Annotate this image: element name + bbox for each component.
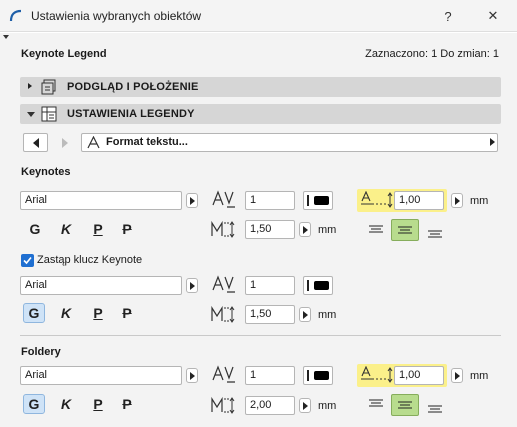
title-bar: Ustawienia wybranych obiektów ? ✕ — [0, 0, 517, 32]
dropdown-arrow-icon — [490, 138, 495, 146]
prev-button[interactable] — [23, 133, 48, 152]
folders-align-center-button[interactable] — [391, 394, 419, 416]
folders-size-arrow[interactable] — [299, 398, 311, 413]
format-dropdown-label: Format tekstu... — [106, 136, 188, 148]
keynotes-underline-button[interactable]: P — [87, 219, 109, 239]
character-spacing-icon — [212, 275, 235, 293]
folders-align-left-button[interactable] — [362, 393, 390, 415]
keynotes-bold-button[interactable]: G — [24, 219, 46, 239]
keynotes-title: Keynotes — [21, 166, 71, 178]
text-format-icon — [87, 136, 100, 149]
checkmark-icon — [23, 256, 32, 265]
replace-keynote-checkbox[interactable] — [21, 254, 34, 267]
replace-bold-button[interactable]: G — [23, 303, 45, 323]
keynotes-align-left-button[interactable] — [362, 219, 390, 241]
format-dropdown[interactable]: Format tekstu... — [81, 133, 498, 152]
align-middle-icon — [398, 401, 412, 409]
keynotes-align-right-button[interactable] — [421, 222, 449, 244]
collapse-chevron-icon — [27, 112, 35, 117]
folders-line-spacing-field[interactable]: 1,00 — [394, 366, 444, 385]
replace-pen-field[interactable]: 1 — [245, 276, 295, 295]
keynotes-align-center-button[interactable] — [391, 219, 419, 241]
keynotes-line-spacing-arrow[interactable] — [451, 193, 463, 208]
section-legend-label: USTAWIENIA LEGENDY — [67, 108, 195, 120]
folders-line-spacing-unit: mm — [470, 370, 489, 382]
folders-strikethrough-button[interactable]: P — [116, 394, 138, 414]
keynotes-line-spacing-unit: mm — [470, 195, 489, 207]
keynotes-italic-button[interactable]: K — [55, 219, 77, 239]
align-top-icon — [369, 225, 383, 233]
arrow-right-icon — [61, 137, 68, 148]
align-middle-icon — [398, 226, 412, 234]
folders-title: Foldery — [21, 346, 61, 358]
text-size-icon — [211, 220, 235, 238]
preview-icon — [41, 79, 56, 95]
keynotes-font-select[interactable]: Arial — [20, 191, 182, 210]
keynotes-size-arrow[interactable] — [299, 222, 311, 237]
text-size-icon — [211, 396, 235, 414]
align-top-icon — [369, 399, 383, 407]
keynotes-strikethrough-button[interactable]: P — [116, 219, 138, 239]
replace-underline-button[interactable]: P — [87, 303, 109, 323]
folders-italic-button[interactable]: K — [55, 394, 77, 414]
folders-bold-button[interactable]: G — [23, 394, 45, 414]
section-divider — [20, 335, 501, 336]
folders-pen-color[interactable] — [303, 366, 333, 385]
section-preview-label: PODGLĄD I POŁOŻENIE — [67, 81, 199, 93]
dialog-heading: Keynote Legend — [21, 48, 107, 60]
folders-line-spacing-arrow[interactable] — [451, 368, 463, 383]
keynotes-font-arrow[interactable] — [186, 193, 198, 208]
keynotes-size-field[interactable]: 1,50 — [245, 220, 295, 239]
folders-underline-button[interactable]: P — [87, 394, 109, 414]
section-legend-settings[interactable]: USTAWIENIA LEGENDY — [20, 104, 501, 124]
selection-info: Zaznaczono: 1 Do zmian: 1 — [365, 48, 499, 60]
keynotes-pen-field[interactable]: 1 — [245, 191, 295, 210]
replace-font-select[interactable]: Arial — [20, 276, 182, 295]
replace-font-arrow[interactable] — [186, 278, 198, 293]
expand-chevron-icon — [28, 83, 32, 89]
section-preview[interactable]: PODGLĄD I POŁOŻENIE — [20, 77, 501, 97]
folders-font-arrow[interactable] — [186, 368, 198, 383]
next-button[interactable] — [52, 133, 77, 152]
folders-font-select[interactable]: Arial — [20, 366, 182, 385]
close-button[interactable]: ✕ — [481, 6, 505, 26]
align-bottom-icon — [428, 230, 442, 238]
replace-strikethrough-button[interactable]: P — [116, 303, 138, 323]
window-title: Ustawienia wybranych obiektów — [31, 9, 202, 23]
folders-align-right-button[interactable] — [421, 397, 449, 419]
folders-size-field[interactable]: 2,00 — [245, 396, 295, 415]
line-spacing-icon — [361, 191, 393, 208]
legend-icon — [41, 106, 57, 122]
resize-grip-icon — [3, 35, 9, 39]
text-size-icon — [211, 305, 235, 323]
app-icon — [9, 9, 22, 22]
character-spacing-icon — [212, 365, 235, 383]
replace-size-arrow[interactable] — [299, 307, 311, 322]
replace-keynote-label: Zastąp klucz Keynote — [37, 254, 143, 266]
align-bottom-icon — [428, 405, 442, 413]
arrow-left-icon — [32, 137, 39, 148]
folders-size-unit: mm — [318, 400, 337, 412]
folders-pen-field[interactable]: 1 — [245, 366, 295, 385]
keynotes-pen-color[interactable] — [303, 191, 333, 210]
keynotes-line-spacing-field[interactable]: 1,00 — [394, 191, 444, 210]
replace-size-field[interactable]: 1,50 — [245, 305, 295, 324]
keynotes-size-unit: mm — [318, 224, 337, 236]
line-spacing-icon — [361, 366, 393, 383]
replace-size-unit: mm — [318, 309, 337, 321]
replace-italic-button[interactable]: K — [55, 303, 77, 323]
replace-pen-color[interactable] — [303, 276, 333, 295]
character-spacing-icon — [212, 190, 235, 208]
help-button[interactable]: ? — [436, 6, 460, 26]
